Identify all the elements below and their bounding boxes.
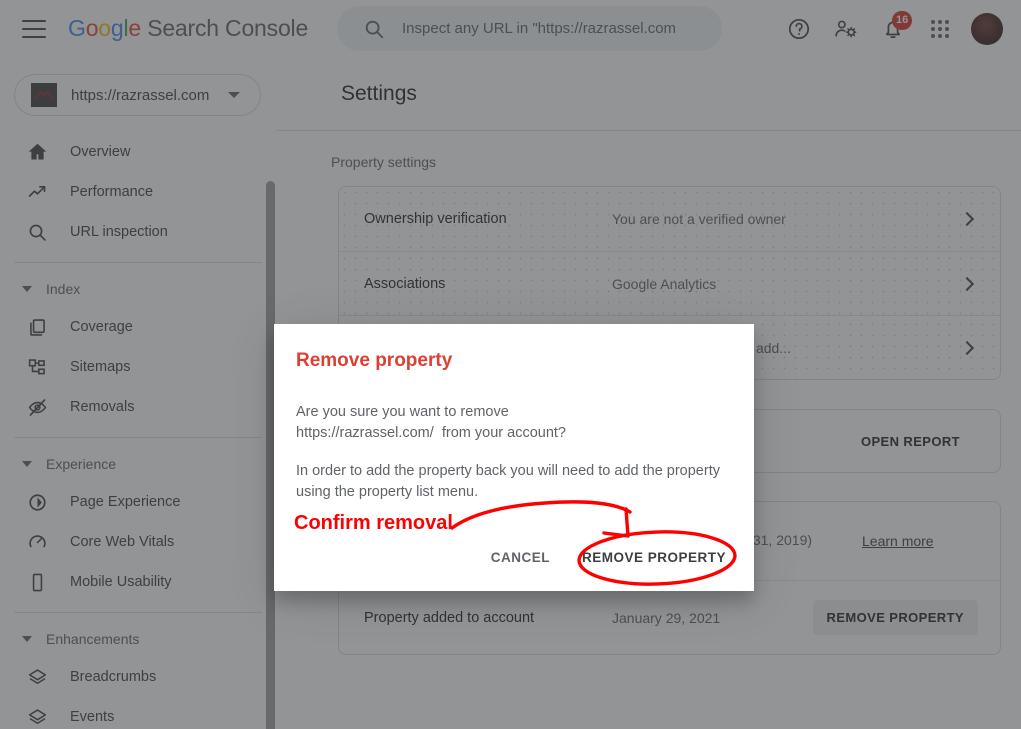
dialog-confirm-text-tail: from your account? [441,424,566,441]
remove-property-dialog: Remove property Are you sure you want to… [274,324,754,591]
dialog-confirm-text: Are you sure you want to remove [296,404,509,420]
dialog-title: Remove property [296,350,453,371]
dialog-paragraph-1: Are you sure you want to remove https://… [296,402,726,443]
cancel-button[interactable]: CANCEL [479,540,562,575]
app-root: Google Search Console [0,0,1021,729]
confirm-remove-property-button[interactable]: REMOVE PROPERTY [570,540,738,575]
dialog-body: Are you sure you want to remove https://… [296,402,726,502]
dialog-actions: CANCEL REMOVE PROPERTY [479,540,738,575]
dialog-property-url: https://razrassel.com/ [296,424,434,441]
dialog-paragraph-2: In order to add the property back you wi… [296,463,720,500]
